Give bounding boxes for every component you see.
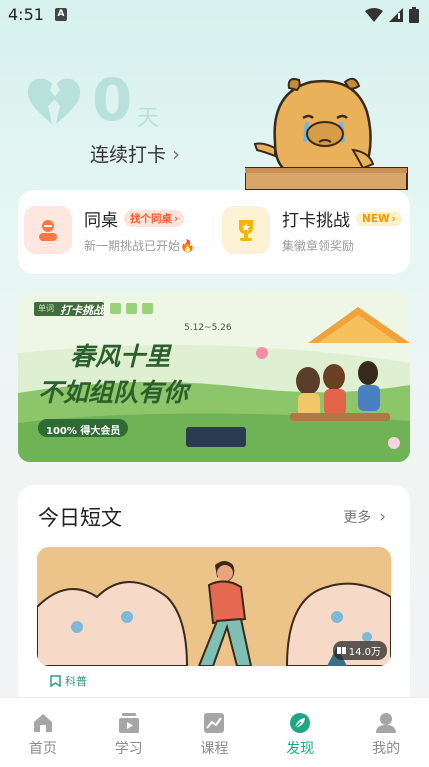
article-cover[interactable]: 14.0万 <box>37 547 391 666</box>
new-badge: NEW › <box>356 211 402 226</box>
course-icon <box>204 713 225 733</box>
deskmate-subtitle: 新一期挑战已开始🔥 <box>84 239 195 253</box>
chevron-right-icon: › <box>174 212 179 225</box>
tab-profile[interactable]: 我的 <box>343 698 429 767</box>
tab-course-label: 课程 <box>200 741 229 757</box>
chevron-right-icon: › <box>391 212 396 225</box>
tab-study-label: 学习 <box>114 741 143 757</box>
status-bar: 4:51 A <box>0 0 429 30</box>
new-badge-label: NEW <box>362 212 390 225</box>
deskmate-icon <box>24 206 72 254</box>
streak-area: 0 天 连续打卡 › <box>0 60 429 190</box>
tab-home-label: 首页 <box>28 741 57 757</box>
wifi-icon <box>365 8 383 22</box>
tab-discover[interactable]: 发现 <box>257 698 343 767</box>
deskmate-entry[interactable]: 同桌 找个同桌 › 新一期挑战已开始🔥 <box>24 206 195 254</box>
banner-logo: 打卡挑战 <box>60 304 104 317</box>
bottom-tab-bar: 首页 学习 课程 发现 我的 <box>0 697 429 767</box>
streak-link[interactable]: 连续打卡 › <box>90 140 180 167</box>
more-label: 更多 <box>343 510 372 526</box>
status-icons <box>365 7 419 23</box>
trophy-icon <box>222 206 270 254</box>
bookmark-icon <box>50 675 61 687</box>
today-article-card: 今日短文 更多 › 14.0万 科普 <box>18 485 410 715</box>
home-icon <box>33 714 52 732</box>
read-count-badge: 14.0万 <box>332 641 387 660</box>
feature-card: 同桌 找个同桌 › 新一期挑战已开始🔥 打卡挑战 NEW › 集徽章领奖励 <box>18 190 410 274</box>
more-link[interactable]: 更多 › <box>343 507 386 527</box>
mascot-illustration <box>245 77 408 190</box>
banner-sub-button: 100% 得大会员 <box>46 426 121 437</box>
notification-icon: A <box>55 8 67 21</box>
banner-headline-2: 不如组队有你 <box>38 378 189 407</box>
read-count: 14.0万 <box>348 647 381 658</box>
checkin-challenge-title: 打卡挑战 <box>282 211 350 231</box>
book-icon <box>336 647 346 654</box>
checkin-challenge-entry[interactable]: 打卡挑战 NEW › 集徽章领奖励 <box>222 206 402 254</box>
discover-icon <box>290 713 311 733</box>
chevron-right-icon: › <box>172 141 181 166</box>
article-category: 科普 <box>50 673 87 689</box>
checkin-challenge-subtitle: 集徽章领奖励 <box>282 239 355 253</box>
profile-icon <box>376 713 397 733</box>
tab-discover-label: 发现 <box>286 741 315 757</box>
streak-unit: 天 <box>137 106 160 131</box>
banner-headline-1: 春风十里 <box>70 342 171 371</box>
broken-heart-icon <box>27 78 81 124</box>
article-category-label: 科普 <box>65 675 87 688</box>
tab-profile-label: 我的 <box>372 741 401 757</box>
tab-course[interactable]: 课程 <box>172 698 258 767</box>
banner-date: 5.12~5.26 <box>184 323 232 333</box>
find-deskmate-tag[interactable]: 找个同桌 › <box>124 210 185 227</box>
article-section-title: 今日短文 <box>38 506 122 530</box>
signal-icon <box>389 8 403 22</box>
banner-logo-prefix: 单词 <box>38 304 54 313</box>
promo-banner[interactable]: 单词 打卡挑战 5.12~5.26 春风十里 不如组队有你 100% 得大会员 <box>18 293 410 462</box>
streak-count: 0 <box>92 66 133 134</box>
tab-home[interactable]: 首页 <box>0 698 86 767</box>
find-deskmate-tag-label: 找个同桌 <box>130 213 172 225</box>
study-icon <box>118 713 139 733</box>
chevron-right-icon: › <box>379 507 386 527</box>
streak-link-label: 连续打卡 <box>90 144 167 166</box>
deskmate-title: 同桌 <box>84 211 118 231</box>
battery-icon <box>409 7 419 23</box>
status-time: 4:51 <box>8 5 44 24</box>
tab-study[interactable]: 学习 <box>86 698 172 767</box>
